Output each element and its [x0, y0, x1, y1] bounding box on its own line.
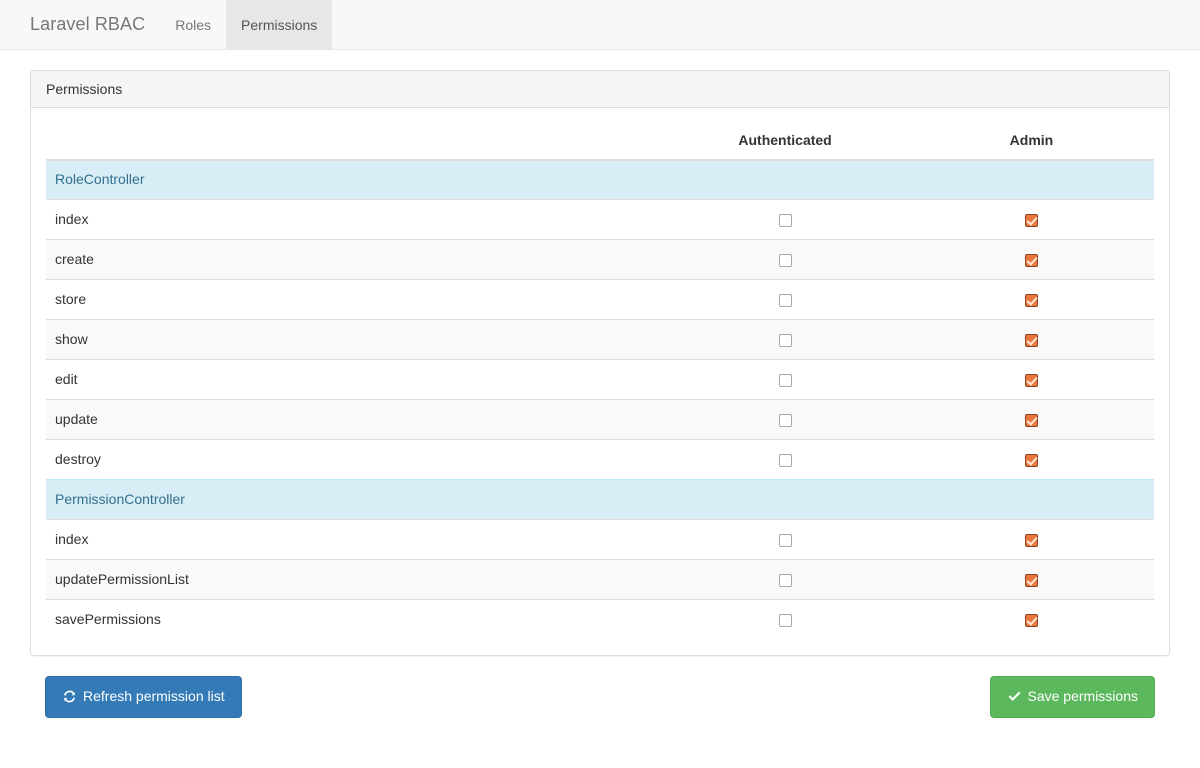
- checkbox-authenticated-show[interactable]: [778, 333, 792, 347]
- check-icon: [1007, 689, 1022, 704]
- table-row: create: [46, 239, 1154, 280]
- cell-admin: [908, 399, 1154, 440]
- group-header-label: RoleController: [46, 159, 1154, 200]
- nav-links: Roles Permissions: [160, 0, 333, 49]
- save-button-label: Save permissions: [1027, 687, 1139, 704]
- action-bar: Refresh permission list Save permissions: [30, 675, 1170, 718]
- table-row: savePermissions: [46, 599, 1154, 640]
- save-permissions-button[interactable]: Save permissions: [989, 675, 1155, 718]
- permissions-panel: Permissions Authenticated Admin RoleCont…: [30, 70, 1170, 656]
- checkbox-admin-show[interactable]: [1024, 333, 1038, 347]
- permission-name: updatePermissionList: [46, 559, 662, 600]
- checkbox-authenticated-index[interactable]: [778, 213, 792, 227]
- permission-name: edit: [46, 359, 662, 400]
- refresh-icon: [62, 689, 77, 704]
- nav-link-permissions[interactable]: Permissions: [226, 0, 333, 49]
- refresh-permission-list-button[interactable]: Refresh permission list: [45, 675, 242, 718]
- group-header-label: PermissionController: [46, 479, 1154, 520]
- group-header-row: PermissionController: [46, 479, 1154, 520]
- panel-heading: Permissions: [31, 71, 1169, 108]
- refresh-button-label: Refresh permission list: [83, 687, 225, 704]
- nav-link-roles[interactable]: Roles: [160, 0, 226, 49]
- checkbox-admin-create[interactable]: [1024, 253, 1038, 267]
- permission-name: create: [46, 239, 662, 280]
- permission-name: index: [46, 519, 662, 560]
- brand-logo[interactable]: Laravel RBAC: [15, 0, 160, 49]
- checkbox-admin-updatePermissionList[interactable]: [1024, 573, 1038, 587]
- checkbox-authenticated-create[interactable]: [778, 253, 792, 267]
- navbar: Laravel RBAC Roles Permissions: [0, 0, 1200, 50]
- checkbox-authenticated-update[interactable]: [778, 413, 792, 427]
- column-header-admin: Admin: [908, 123, 1154, 161]
- checkbox-authenticated-updatePermissionList[interactable]: [778, 573, 792, 587]
- table-row: updatePermissionList: [46, 559, 1154, 600]
- table-row: store: [46, 279, 1154, 320]
- table-row: update: [46, 399, 1154, 440]
- checkbox-authenticated-savePermissions[interactable]: [778, 614, 792, 628]
- cell-admin: [908, 239, 1154, 280]
- cell-admin: [908, 519, 1154, 560]
- permission-name: destroy: [46, 439, 662, 480]
- cell-admin: [908, 359, 1154, 400]
- checkbox-admin-destroy[interactable]: [1024, 453, 1038, 467]
- checkbox-authenticated-edit[interactable]: [778, 373, 792, 387]
- table-row: index: [46, 199, 1154, 240]
- checkbox-admin-savePermissions[interactable]: [1024, 614, 1038, 628]
- cell-authenticated: [661, 559, 909, 600]
- permission-name: index: [46, 199, 662, 240]
- checkbox-authenticated-destroy[interactable]: [778, 453, 792, 467]
- permission-name: savePermissions: [46, 599, 662, 640]
- table-head: Authenticated Admin: [46, 123, 1154, 161]
- cell-admin: [908, 439, 1154, 480]
- table-row: edit: [46, 359, 1154, 400]
- cell-authenticated: [661, 519, 909, 560]
- cell-authenticated: [661, 239, 909, 280]
- checkbox-admin-store[interactable]: [1024, 293, 1038, 307]
- permissions-table: Authenticated Admin RoleController index c…: [46, 123, 1154, 640]
- checkbox-authenticated-index[interactable]: [778, 533, 792, 547]
- cell-authenticated: [661, 359, 909, 400]
- cell-authenticated: [661, 279, 909, 320]
- cell-authenticated: [661, 319, 909, 360]
- cell-authenticated: [661, 399, 909, 440]
- table-body: RoleController index create store show edit up…: [46, 159, 1154, 640]
- cell-admin: [908, 319, 1154, 360]
- cell-authenticated: [661, 439, 909, 480]
- cell-admin: [908, 559, 1154, 600]
- cell-admin: [908, 199, 1154, 240]
- cell-authenticated: [661, 599, 909, 640]
- table-row: index: [46, 519, 1154, 560]
- checkbox-authenticated-store[interactable]: [778, 293, 792, 307]
- permission-name: store: [46, 279, 662, 320]
- table-header-row: Authenticated Admin: [46, 123, 1154, 161]
- permission-name: show: [46, 319, 662, 360]
- cell-admin: [908, 599, 1154, 640]
- panel-body: Authenticated Admin RoleController index c…: [31, 108, 1169, 655]
- cell-authenticated: [661, 199, 909, 240]
- checkbox-admin-update[interactable]: [1024, 413, 1038, 427]
- checkbox-admin-edit[interactable]: [1024, 373, 1038, 387]
- main-container: Permissions Authenticated Admin RoleCont…: [15, 70, 1185, 718]
- table-row: show: [46, 319, 1154, 360]
- permission-name: update: [46, 399, 662, 440]
- table-row: destroy: [46, 439, 1154, 480]
- column-header-permission: [46, 123, 662, 161]
- checkbox-admin-index[interactable]: [1024, 533, 1038, 547]
- checkbox-admin-index[interactable]: [1024, 213, 1038, 227]
- cell-admin: [908, 279, 1154, 320]
- group-header-row: RoleController: [46, 159, 1154, 200]
- column-header-authenticated: Authenticated: [661, 123, 909, 161]
